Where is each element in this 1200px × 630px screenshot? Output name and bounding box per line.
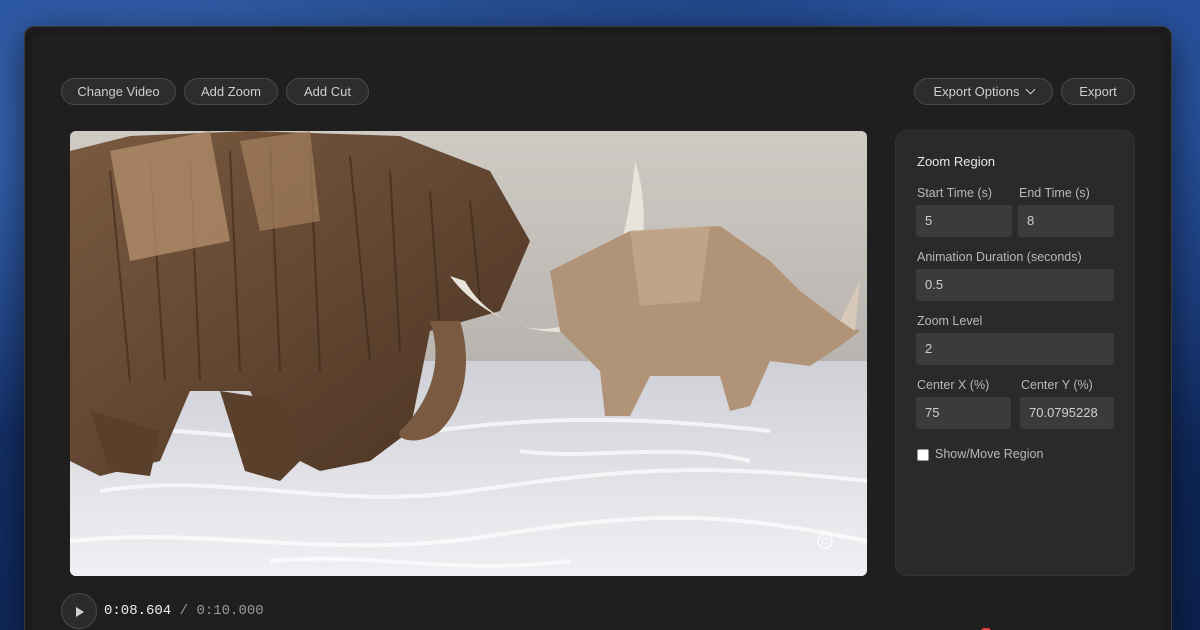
time-display: 0:08.604 / 0:10.000 <box>104 603 264 619</box>
time-separator: / <box>179 603 189 619</box>
add-cut-button[interactable]: Add Cut <box>286 78 369 105</box>
video-preview[interactable] <box>70 131 867 576</box>
chevron-down-icon <box>1025 84 1035 95</box>
end-time-input[interactable]: 8 <box>1018 205 1114 237</box>
center-y-label: Center Y (%) <box>1021 378 1093 392</box>
animation-duration-label: Animation Duration (seconds) <box>917 250 1082 264</box>
play-button[interactable] <box>61 593 97 629</box>
animation-duration-input[interactable]: 0.5 <box>916 269 1114 301</box>
export-options-label: Export Options <box>933 84 1020 99</box>
editor-window: Change Video Add Zoom Add Cut Export Opt… <box>24 26 1172 630</box>
current-time: 0:08.604 <box>104 603 172 619</box>
export-button[interactable]: Export <box>1061 78 1135 105</box>
change-video-button[interactable]: Change Video <box>61 78 176 105</box>
show-move-region-label: Show/Move Region <box>935 447 1044 461</box>
end-time-label: End Time (s) <box>1019 186 1090 200</box>
zoom-level-input[interactable]: 2 <box>916 333 1114 365</box>
center-x-label: Center X (%) <box>917 378 990 392</box>
editor-content: Change Video Add Zoom Add Cut Export Opt… <box>33 35 1163 630</box>
start-time-label: Start Time (s) <box>917 186 993 200</box>
start-time-input[interactable]: 5 <box>916 205 1012 237</box>
add-zoom-button[interactable]: Add Zoom <box>184 78 278 105</box>
panel-title: Zoom Region <box>917 154 996 169</box>
play-icon <box>76 607 84 617</box>
total-time: 0:10.000 <box>196 603 264 619</box>
show-move-region-checkbox[interactable] <box>917 449 929 461</box>
zoom-level-label: Zoom Level <box>917 314 983 328</box>
export-options-button[interactable]: Export Options <box>914 78 1053 105</box>
video-frame <box>70 131 867 576</box>
zoom-region-panel: Zoom Region Start Time (s) 5 End Time (s… <box>895 130 1135 576</box>
center-x-input[interactable]: 75 <box>916 397 1011 429</box>
center-y-input[interactable]: 70.0795228 <box>1020 397 1114 429</box>
